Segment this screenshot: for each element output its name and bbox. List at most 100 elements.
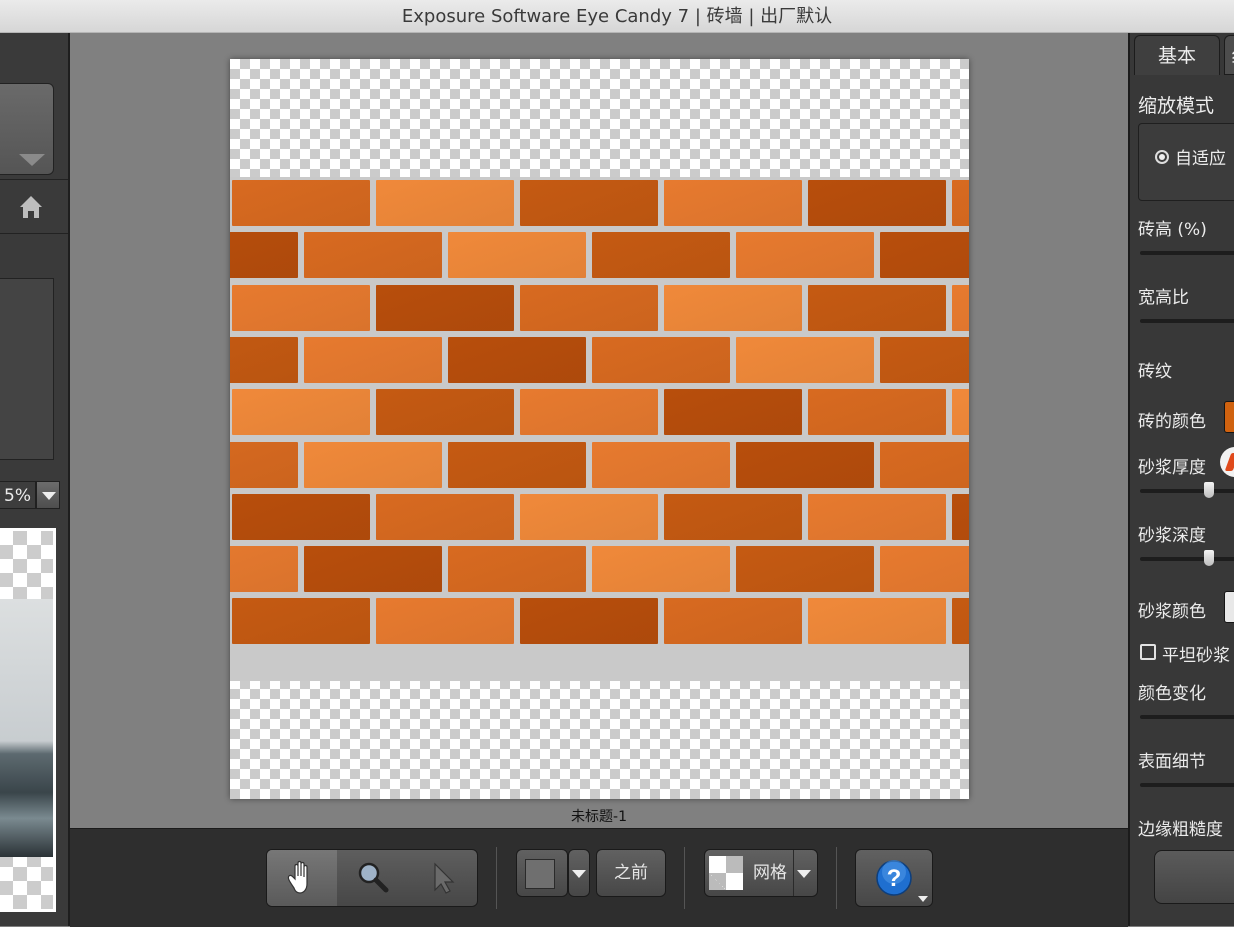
zoom-dropdown-button[interactable] xyxy=(36,481,60,509)
mortar-thickness-label: 砂浆厚度 xyxy=(1138,458,1206,478)
arrow-pointer-icon xyxy=(434,862,455,894)
mortar-depth-label: 砂浆深度 xyxy=(1138,526,1206,546)
left-panel: 5% xyxy=(0,33,70,926)
brick-height-label: 砖高 (%) xyxy=(1138,220,1207,240)
brick xyxy=(880,232,969,279)
brick-color-label: 砖的颜色 xyxy=(1138,412,1206,432)
slider-thumb[interactable] xyxy=(1204,550,1215,566)
brick xyxy=(808,180,946,226)
brick xyxy=(592,546,730,593)
brick xyxy=(232,284,370,331)
slider-thumb[interactable] xyxy=(1204,482,1215,498)
brick xyxy=(304,232,442,279)
brick xyxy=(736,441,874,488)
brick xyxy=(952,389,969,436)
divider xyxy=(684,847,685,909)
brick xyxy=(448,441,586,488)
document-canvas[interactable] xyxy=(230,59,969,799)
brick xyxy=(230,546,298,593)
flat-mortar-label[interactable]: 平坦砂浆 xyxy=(1162,641,1230,666)
brick xyxy=(232,493,370,540)
brick xyxy=(592,336,730,383)
surface-detail-slider[interactable] xyxy=(1140,783,1234,787)
canvas-area[interactable]: 未标题-1 xyxy=(70,33,1128,828)
checker-icon xyxy=(709,856,743,890)
before-button[interactable]: 之前 xyxy=(596,849,666,897)
brick xyxy=(736,232,874,279)
brick xyxy=(664,598,802,645)
brick xyxy=(304,441,442,488)
tool-group xyxy=(266,849,478,907)
divider xyxy=(496,847,497,909)
preset-list[interactable] xyxy=(0,278,54,460)
brick xyxy=(952,493,969,540)
edge-roughness-label: 边缘粗糙度 xyxy=(1138,820,1223,840)
brick xyxy=(232,180,370,226)
tab-other[interactable]: 纟 xyxy=(1224,35,1234,75)
mortar-color-label: 砂浆颜色 xyxy=(1138,602,1206,622)
fit-radio[interactable] xyxy=(1155,150,1169,164)
reset-icon-mark xyxy=(1224,453,1234,471)
background-grid-dropdown[interactable]: 网格 xyxy=(704,849,818,897)
brick xyxy=(952,180,969,226)
chevron-down-icon xyxy=(572,870,586,878)
tab-basic[interactable]: 基本 xyxy=(1134,35,1220,75)
brick xyxy=(376,180,514,226)
brick xyxy=(880,336,969,383)
brick xyxy=(376,493,514,540)
navigator-thumbnail[interactable] xyxy=(0,528,56,912)
brick-wall-preview xyxy=(230,177,969,681)
brick xyxy=(952,598,969,645)
brick xyxy=(304,546,442,593)
help-button[interactable]: ? xyxy=(855,849,933,907)
brick xyxy=(232,598,370,645)
chevron-down-icon xyxy=(918,896,928,902)
zoom-tool-button[interactable] xyxy=(337,850,409,906)
fit-radio-label[interactable]: 自适应 xyxy=(1175,144,1226,169)
brick xyxy=(376,284,514,331)
brick xyxy=(520,180,658,226)
brick xyxy=(736,336,874,383)
chevron-down-icon xyxy=(42,492,56,500)
reset-icon[interactable] xyxy=(1220,447,1234,477)
flat-mortar-checkbox[interactable] xyxy=(1140,644,1156,660)
brick xyxy=(880,546,969,593)
preset-dropdown[interactable] xyxy=(0,83,54,175)
texture-label: 砖纹 xyxy=(1138,362,1172,382)
hand-icon xyxy=(287,860,308,894)
brick xyxy=(592,441,730,488)
brick xyxy=(880,441,969,488)
brick xyxy=(952,284,969,331)
brick xyxy=(736,546,874,593)
brick xyxy=(520,493,658,540)
preview-mode-dropdown[interactable] xyxy=(568,849,590,897)
chevron-down-icon xyxy=(797,870,811,878)
right-panel: 基本 纟 缩放模式 自适应 砖高 (%) 宽高比 砖纹 砖的颜色 砂浆厚度 砂浆… xyxy=(1128,33,1234,926)
brick xyxy=(664,284,802,331)
brick xyxy=(230,336,298,383)
brick xyxy=(520,598,658,645)
window-title: Exposure Software Eye Candy 7 | 砖墙 | 出厂默… xyxy=(0,0,1234,33)
chevron-down-icon xyxy=(19,154,45,166)
select-tool-button[interactable] xyxy=(409,850,477,906)
brick xyxy=(592,232,730,279)
home-icon[interactable] xyxy=(17,193,45,221)
brick-color-swatch[interactable] xyxy=(1224,401,1234,433)
hand-tool-button[interactable] xyxy=(267,850,337,906)
zoom-field[interactable]: 5% xyxy=(0,481,36,509)
preview-mode-button[interactable] xyxy=(516,849,568,897)
brick xyxy=(808,493,946,540)
brick xyxy=(520,389,658,436)
mortar-thickness-slider[interactable] xyxy=(1140,482,1234,498)
divider xyxy=(793,850,794,896)
help-icon: ? xyxy=(876,860,912,896)
brick xyxy=(448,232,586,279)
bottom-toolbar: 之前 网格 ? xyxy=(70,828,1128,927)
mortar-color-swatch[interactable] xyxy=(1224,591,1234,623)
brick-height-slider[interactable] xyxy=(1140,251,1234,255)
mortar-depth-slider[interactable] xyxy=(1140,550,1234,566)
aspect-ratio-slider[interactable] xyxy=(1140,319,1234,323)
color-variation-slider[interactable] xyxy=(1140,715,1234,719)
brick xyxy=(808,598,946,645)
action-button[interactable]: 取 xyxy=(1154,850,1234,904)
